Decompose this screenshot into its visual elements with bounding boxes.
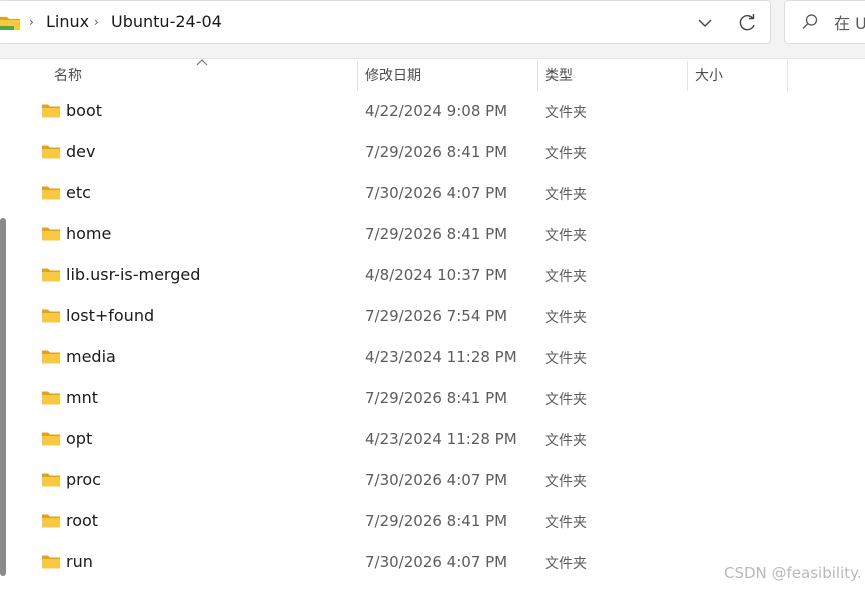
column-divider[interactable] bbox=[787, 61, 788, 91]
column-header: 名称 修改日期 类型 大小 bbox=[0, 59, 865, 91]
file-modified: 7/29/2026 7:54 PM bbox=[365, 307, 508, 325]
file-type: 文件夹 bbox=[545, 146, 587, 162]
file-type: 文件夹 bbox=[545, 515, 587, 531]
chevron-down-icon[interactable] bbox=[695, 13, 715, 33]
column-divider[interactable] bbox=[537, 61, 538, 91]
folder-icon bbox=[42, 268, 60, 282]
watermark: CSDN @feasibility. bbox=[724, 564, 862, 582]
file-name: home bbox=[66, 224, 112, 243]
address-bar[interactable]: › Linux › Ubuntu-24-04 bbox=[0, 0, 771, 44]
file-row[interactable]: etc 7/30/2026 4:07 PM 文件夹 bbox=[14, 173, 865, 214]
file-type: 文件夹 bbox=[545, 105, 587, 121]
file-name: etc bbox=[66, 183, 91, 202]
file-modified: 7/29/2026 8:41 PM bbox=[365, 225, 508, 243]
file-modified: 7/30/2026 4:07 PM bbox=[365, 553, 508, 571]
file-modified: 7/29/2026 8:41 PM bbox=[365, 143, 508, 161]
folder-icon bbox=[0, 17, 20, 30]
search-box[interactable] bbox=[784, 0, 865, 44]
file-modified: 7/29/2026 8:41 PM bbox=[365, 512, 508, 530]
file-row[interactable]: opt 4/23/2024 11:28 PM 文件夹 bbox=[14, 419, 865, 460]
file-row[interactable]: home 7/29/2026 8:41 PM 文件夹 bbox=[14, 214, 865, 255]
file-type: 文件夹 bbox=[545, 433, 587, 449]
file-type: 文件夹 bbox=[545, 269, 587, 285]
file-type: 文件夹 bbox=[545, 187, 587, 203]
file-row[interactable]: root 7/29/2026 8:41 PM 文件夹 bbox=[14, 501, 865, 542]
file-type: 文件夹 bbox=[545, 228, 587, 244]
refresh-icon[interactable] bbox=[736, 12, 758, 34]
file-row[interactable]: lib.usr-is-merged 4/8/2024 10:37 PM 文件夹 bbox=[14, 255, 865, 296]
file-type: 文件夹 bbox=[545, 556, 587, 572]
file-modified: 7/30/2026 4:07 PM bbox=[365, 471, 508, 489]
sort-up-icon bbox=[196, 59, 208, 66]
column-divider[interactable] bbox=[357, 61, 358, 91]
folder-icon bbox=[42, 227, 60, 241]
folder-icon bbox=[42, 186, 60, 200]
address-toolbar: › Linux › Ubuntu-24-04 bbox=[0, 0, 865, 59]
file-type: 文件夹 bbox=[545, 351, 587, 367]
file-name: root bbox=[66, 511, 99, 530]
search-input[interactable] bbox=[834, 11, 865, 35]
folder-icon bbox=[42, 104, 60, 118]
file-row[interactable]: proc 7/30/2026 4:07 PM 文件夹 bbox=[14, 460, 865, 501]
chevron-right-icon: › bbox=[29, 15, 34, 29]
folder-icon bbox=[42, 391, 60, 405]
file-row[interactable]: dev 7/29/2026 8:41 PM 文件夹 bbox=[14, 132, 865, 173]
column-type[interactable]: 类型 bbox=[545, 65, 573, 85]
breadcrumb-ubuntu[interactable]: Ubuntu-24-04 bbox=[111, 12, 222, 31]
file-row[interactable]: lost+found 7/29/2026 7:54 PM 文件夹 bbox=[14, 296, 865, 337]
file-type: 文件夹 bbox=[545, 392, 587, 408]
file-name: lib.usr-is-merged bbox=[66, 265, 201, 284]
folder-icon bbox=[42, 555, 60, 569]
breadcrumb-linux[interactable]: Linux bbox=[46, 12, 89, 31]
folder-icon bbox=[42, 432, 60, 446]
column-date-modified[interactable]: 修改日期 bbox=[365, 65, 421, 85]
file-row[interactable]: media 4/23/2024 11:28 PM 文件夹 bbox=[14, 337, 865, 378]
file-name: lost+found bbox=[66, 306, 155, 325]
scrollbar-thumb[interactable] bbox=[0, 218, 6, 576]
file-name: boot bbox=[66, 101, 103, 120]
file-name: dev bbox=[66, 142, 96, 161]
column-size[interactable]: 大小 bbox=[695, 65, 723, 85]
file-explorer-window: › Linux › Ubuntu-24-04 名称 修改日期 bbox=[0, 0, 865, 589]
folder-icon bbox=[42, 350, 60, 364]
folder-icon bbox=[42, 309, 60, 323]
file-row[interactable]: mnt 7/29/2026 8:41 PM 文件夹 bbox=[14, 378, 865, 419]
file-modified: 7/29/2026 8:41 PM bbox=[365, 389, 508, 407]
file-name: proc bbox=[66, 470, 101, 489]
search-icon bbox=[802, 14, 818, 29]
column-divider[interactable] bbox=[687, 61, 688, 91]
file-type: 文件夹 bbox=[545, 310, 587, 326]
folder-icon bbox=[42, 145, 60, 159]
file-modified: 7/30/2026 4:07 PM bbox=[365, 184, 508, 202]
file-modified: 4/23/2024 11:28 PM bbox=[365, 430, 517, 448]
chevron-right-icon: › bbox=[94, 15, 99, 29]
file-type: 文件夹 bbox=[545, 474, 587, 490]
file-name: mnt bbox=[66, 388, 98, 407]
file-name: run bbox=[66, 552, 93, 571]
folder-icon bbox=[42, 514, 60, 528]
file-name: opt bbox=[66, 429, 93, 448]
file-row[interactable]: boot 4/22/2024 9:08 PM 文件夹 bbox=[14, 91, 865, 132]
folder-icon bbox=[42, 473, 60, 487]
column-name[interactable]: 名称 bbox=[54, 65, 82, 85]
file-modified: 4/23/2024 11:28 PM bbox=[365, 348, 517, 366]
file-name: media bbox=[66, 347, 116, 366]
file-modified: 4/22/2024 9:08 PM bbox=[365, 102, 508, 120]
file-modified: 4/8/2024 10:37 PM bbox=[365, 266, 508, 284]
